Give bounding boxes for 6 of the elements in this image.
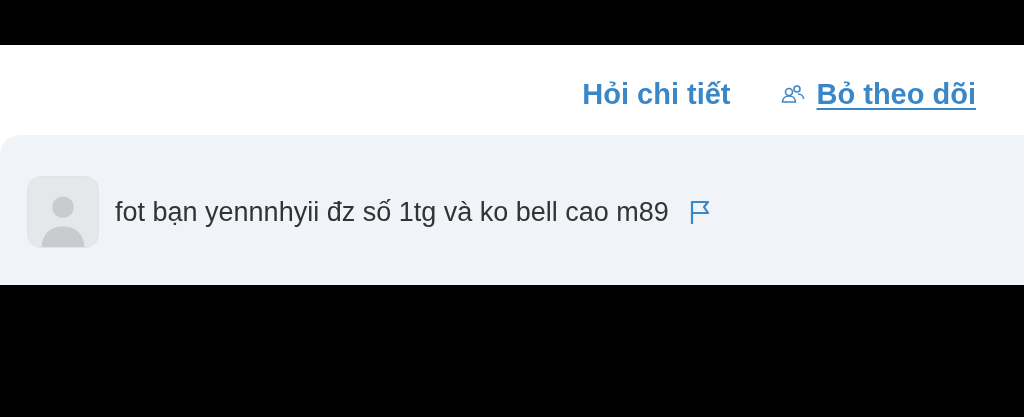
comment-text: fot bạn yennnhyii đz số 1tg và ko bell cao m89 xyxy=(115,196,669,228)
users-icon xyxy=(780,84,805,104)
ask-details-link[interactable]: Hỏi chi tiết xyxy=(582,77,731,111)
avatar-icon xyxy=(27,176,99,248)
unfollow-link[interactable]: Bỏ theo dõi xyxy=(816,77,976,111)
flag-icon[interactable] xyxy=(688,199,711,225)
